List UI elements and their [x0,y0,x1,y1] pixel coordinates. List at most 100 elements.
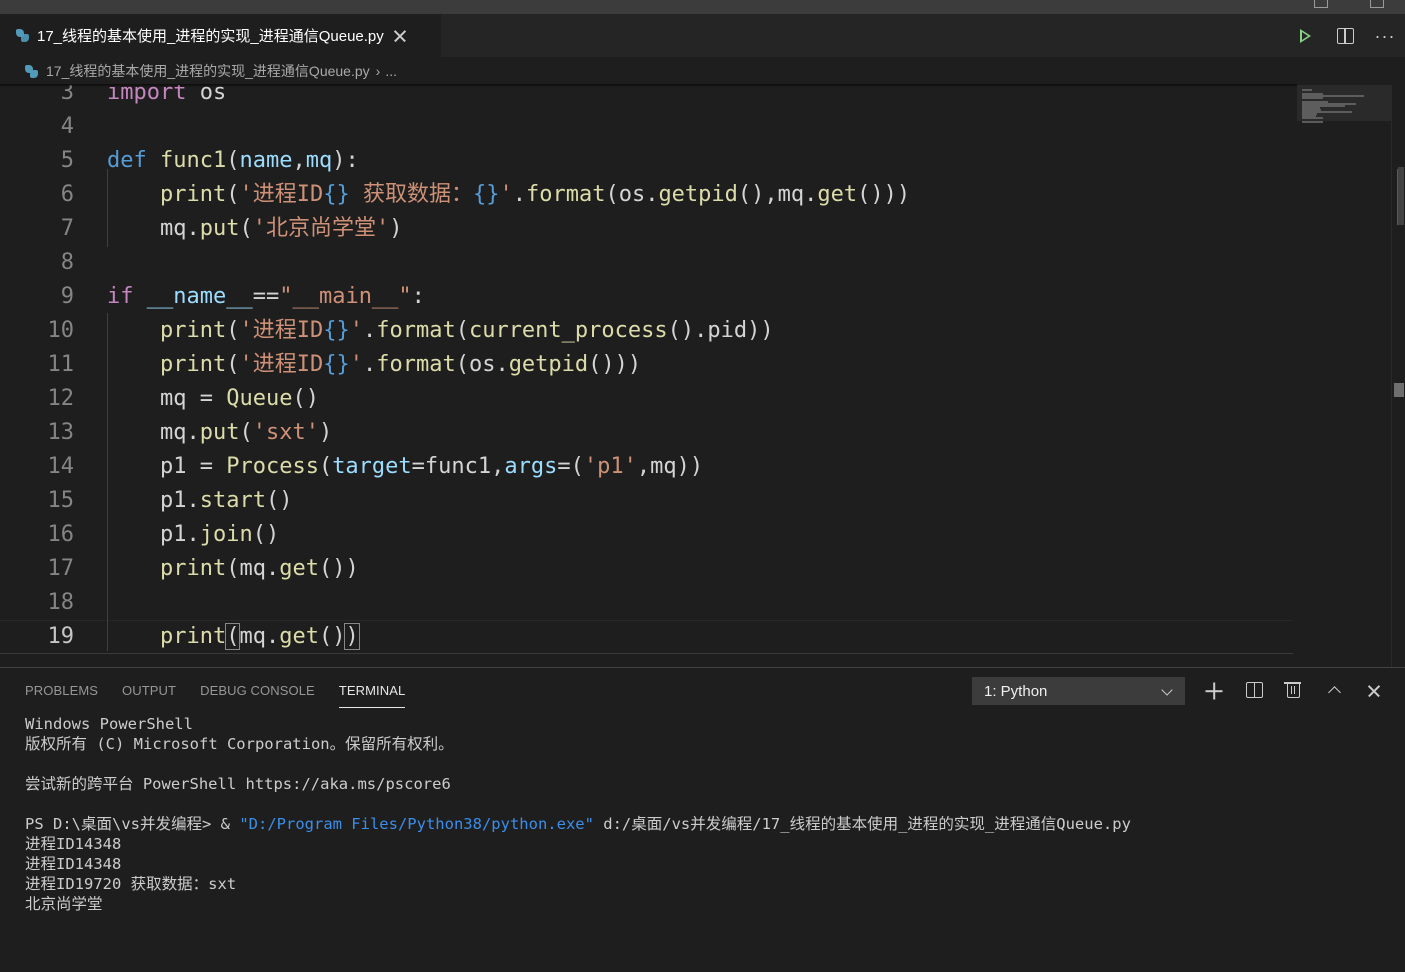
code-token: Queue [226,386,293,411]
line-number: 17 [47,556,75,581]
code-token: get [279,556,319,581]
code-token: current_process [468,318,668,343]
terminal-line: 进程ID14348 [25,834,1131,854]
code-line[interactable]: 16 p1.join() [0,518,1297,552]
close-panel-button[interactable] [1354,677,1394,705]
window-title-strip [0,0,1405,14]
code-line[interactable]: 9 if __name__=="__main__": [0,280,1297,314]
tab-output[interactable]: OUTPUT [122,668,176,712]
tab-problems[interactable]: PROBLEMS [25,668,98,712]
kill-terminal-button[interactable] [1274,677,1314,705]
code-token: ( [239,216,253,241]
tab-debug-console[interactable]: DEBUG CONSOLE [200,668,315,712]
code-token: os [186,85,227,105]
code-line[interactable]: 5 def func1(name,mq): [0,144,1297,178]
indent-guide [107,169,108,247]
code-line[interactable]: 19 print(mq.get()) [0,620,1297,654]
split-terminal-button[interactable] [1234,677,1274,705]
code-token: '进程ID [239,352,324,377]
split-editor-button[interactable] [1325,21,1365,51]
code-editor[interactable]: 3 import os 4 5 def func1(name,mq): 6 print('… [0,85,1405,667]
vertical-scrollbar[interactable] [1391,85,1405,667]
close-icon[interactable] [393,29,407,43]
more-actions-button[interactable]: ··· [1365,21,1405,51]
code-line[interactable]: 17 print(mq.get()) [0,552,1297,586]
terminal-text: 进程ID14348 [25,835,122,853]
code-line[interactable]: 11 print('进程ID{}'.format(os.getpid())) [0,348,1297,382]
restore-window-icon[interactable] [1314,0,1328,8]
line-number: 16 [47,522,75,547]
line-number: 4 [60,114,74,139]
code-text: print('进程ID{}'.format(current_process().… [107,314,774,348]
terminal-output[interactable]: Windows PowerShell 版权所有 (C) Microsoft Cor… [25,714,1131,914]
code-line[interactable]: 15 p1.start() [0,484,1297,518]
code-token: '北京尚学堂' [252,216,390,241]
code-token: put [199,420,240,445]
line-number: 11 [47,352,75,377]
code-token: target [332,454,412,479]
maximize-panel-button[interactable] [1314,677,1354,705]
code-line[interactable]: 8 [0,246,1297,280]
code-token: ( [226,318,240,343]
code-line[interactable]: 13 mq.put('sxt') [0,416,1297,450]
terminal-text: "D:/Program Files/Python38/python.exe" [239,815,594,833]
code-token: start [199,488,266,513]
code-token: mq. [107,420,200,445]
run-python-button[interactable] [1285,21,1325,51]
code-token: {} [323,352,350,377]
tab-terminal[interactable]: TERMINAL [338,668,406,712]
code-token: , [292,148,306,173]
line-number: 10 [47,318,75,343]
code-token: import [107,85,187,105]
editor-tab-active[interactable]: 17_线程的基本使用_进程的实现_进程通信Queue.py [0,14,441,57]
terminal-select[interactable]: 1: Python [972,677,1185,705]
code-text: if __name__=="__main__": [107,280,425,314]
code-token: : [411,284,425,309]
code-token: args [504,454,558,479]
terminal-text: 进程ID19720 获取数据：sxt [25,875,237,893]
code-line[interactable]: 3 import os [0,85,1297,110]
code-token: mq. [239,624,280,649]
code-text: mq.put('sxt') [107,416,332,450]
code-text: def func1(name,mq): [107,144,359,178]
split-terminal-icon [1246,682,1263,698]
code-token: ( [226,148,240,173]
code-token: if [107,284,134,309]
code-line[interactable]: 10 print('进程ID{}'.format(current_process… [0,314,1297,348]
code-token: '进程ID [239,182,324,207]
code-token: getpid [658,182,738,207]
code-line[interactable]: 6 print('进程ID{} 获取数据：{}'.format(os.getpi… [0,178,1297,212]
code-line[interactable]: 7 mq.put('北京尚学堂') [0,212,1297,246]
code-line[interactable]: 4 [0,110,1297,144]
code-token: 'sxt' [252,420,319,445]
line-number: 8 [60,250,74,275]
code-token: . [362,352,377,377]
code-line[interactable]: 12 mq = Queue() [0,382,1297,416]
trash-icon [1284,682,1301,698]
line-number: 13 [47,420,75,445]
new-terminal-button[interactable] [1194,677,1234,705]
code-token: . [362,318,377,343]
terminal-text: PS D:\桌面\vs并发编程> & [25,815,240,833]
close-window-icon[interactable] [1370,0,1384,8]
code-token: {} [323,182,350,207]
breadcrumb-file[interactable]: 17_线程的基本使用_进程的实现_进程通信Queue.py [46,61,370,81]
breadcrumb-symbols[interactable]: ... [385,63,397,79]
matching-bracket: ) [344,623,360,650]
minimap[interactable] [1297,85,1391,667]
code-line[interactable]: 14 p1 = Process(target=func1,args=('p1',… [0,450,1297,484]
matching-bracket: ( [225,623,241,650]
line-number: 9 [60,284,74,309]
code-token: 'p1' [583,454,637,479]
code-token: =func1, [411,454,505,479]
minimap-line [1302,121,1323,123]
code-token: ) [318,420,333,445]
code-token: == [252,284,280,309]
code-token: '进程ID [239,318,324,343]
code-line[interactable]: 18 [0,586,1297,620]
scrollbar-thumb[interactable] [1398,167,1404,225]
python-file-icon [25,64,38,78]
terminal-line: 北京尚学堂 [25,894,1131,914]
